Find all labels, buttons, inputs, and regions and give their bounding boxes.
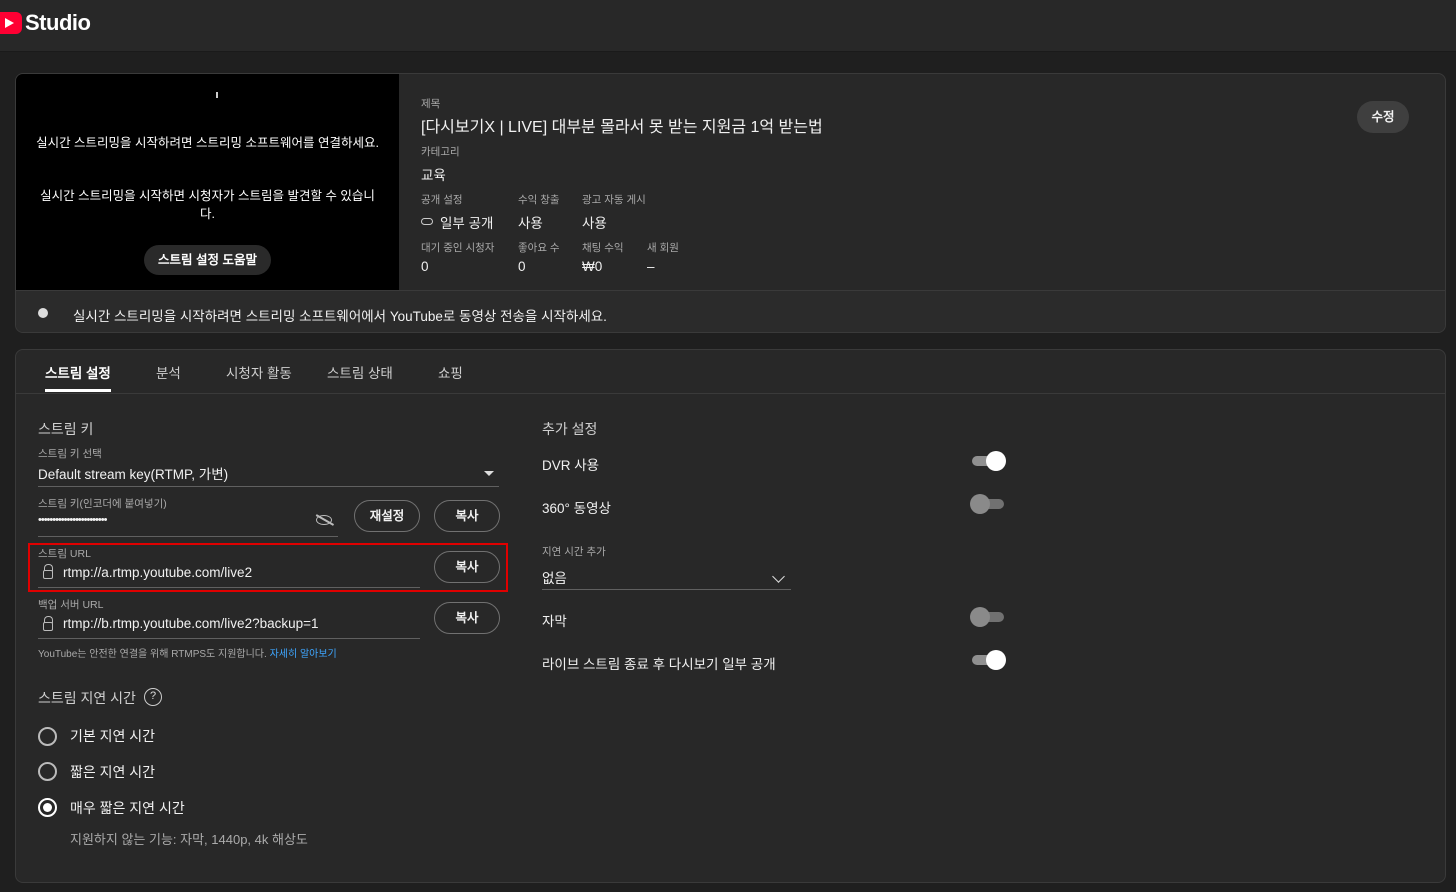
dvr-toggle[interactable] (972, 451, 1006, 471)
chevron-down-icon[interactable] (772, 570, 785, 583)
lock-icon (43, 564, 53, 579)
delay-underline (542, 589, 791, 590)
stream-info-card: 실시간 스트리밍을 시작하려면 스트리밍 소프트웨어를 연결하세요. 실시간 스… (15, 73, 1446, 333)
preview-mark (216, 92, 218, 98)
visibility-value: 일부 공개 (440, 216, 494, 231)
latency-title: 스트림 지연 시간 (38, 690, 136, 706)
tab-stream-health[interactable]: 스트림 상태 (327, 362, 393, 392)
waiting-viewers-value: 0 (421, 259, 429, 274)
delay-label: 지연 시간 추가 (542, 546, 606, 558)
lock-icon (43, 616, 53, 631)
monetization-label: 수익 창출 (518, 194, 560, 206)
likes-value: 0 (518, 259, 526, 274)
stream-setup-help-button[interactable]: 스트림 설정 도움말 (144, 245, 271, 275)
link-icon (421, 218, 433, 225)
backup-url-label: 백업 서버 URL (38, 599, 104, 611)
stream-settings-card: 스트림 설정 분석 시청자 활동 스트림 상태 쇼핑 스트림 키 스트림 키 선… (15, 349, 1446, 883)
low-latency-label: 짧은 지연 시간 (70, 764, 156, 780)
learn-more-link[interactable]: 자세히 알아보기 (270, 649, 337, 660)
ultra-low-latency-label: 매우 짧은 지연 시간 (70, 800, 185, 816)
stream-url-label: 스트림 URL (38, 548, 91, 560)
youtube-play-icon[interactable] (0, 12, 22, 34)
status-bar: 실시간 스트리밍을 시작하려면 스트리밍 소프트웨어에서 YouTube로 동영… (16, 290, 1445, 332)
waiting-viewers-label: 대기 중인 시청자 (421, 242, 495, 254)
additional-settings-title: 추가 설정 (542, 421, 598, 437)
dropdown-arrow-icon[interactable] (484, 471, 494, 476)
radio-low-latency[interactable] (38, 762, 57, 781)
dvr-label: DVR 사용 (542, 458, 600, 473)
key-underline (38, 536, 338, 537)
visibility-label: 공개 설정 (421, 194, 463, 206)
category-value: 교육 (421, 168, 446, 183)
stream-key-input[interactable]: •••••••••••••••••••••••• (38, 514, 107, 526)
stream-title: [다시보기X | LIVE] 대부분 몰라서 못 받는 지원금 1억 받는법 (421, 119, 823, 136)
monetization-value: 사용 (518, 216, 543, 231)
unlisted-replay-label: 라이브 스트림 종료 후 다시보기 일부 공개 (542, 657, 776, 672)
status-dot-icon (38, 308, 48, 318)
edit-button[interactable]: 수정 (1357, 101, 1409, 133)
chat-revenue-label: 채팅 수익 (582, 242, 624, 254)
copy-backup-url-button[interactable]: 복사 (434, 602, 500, 634)
stream-key-title: 스트림 키 (38, 421, 94, 437)
stream-preview: 실시간 스트리밍을 시작하려면 스트리밍 소프트웨어를 연결하세요. 실시간 스… (16, 74, 399, 290)
backup-url-input[interactable]: rtmp://b.rtmp.youtube.com/live2?backup=1 (63, 616, 319, 631)
backup-underline (38, 638, 420, 639)
url-underline (38, 587, 420, 588)
new-members-label: 새 회원 (647, 242, 679, 254)
likes-label: 좋아요 수 (518, 242, 560, 254)
new-members-value: – (647, 259, 655, 274)
category-label: 카테고리 (421, 146, 460, 158)
help-icon[interactable]: ? (144, 688, 162, 706)
auto-ads-label: 광고 자동 게시 (582, 194, 646, 206)
top-bar: Studio (0, 0, 1456, 52)
auto-ads-value: 사용 (582, 216, 607, 231)
preview-message-discover: 실시간 스트리밍을 시작하면 시청자가 스트림을 발견할 수 있습니다. (40, 189, 375, 221)
copy-url-button[interactable]: 복사 (434, 551, 500, 583)
captions-toggle[interactable] (970, 607, 1004, 627)
delay-select[interactable]: 없음 (542, 567, 567, 587)
tab-divider (16, 393, 1445, 394)
tab-stream-settings[interactable]: 스트림 설정 (45, 362, 111, 392)
radio-ultra-low-latency[interactable] (38, 798, 57, 817)
tab-analytics[interactable]: 분석 (156, 362, 181, 392)
unlisted-replay-toggle[interactable] (972, 650, 1006, 670)
stream-key-select[interactable]: Default stream key(RTMP, 가변) (38, 463, 228, 483)
video-360-toggle[interactable] (970, 494, 1004, 514)
radio-normal-latency[interactable] (38, 727, 57, 746)
normal-latency-label: 기본 지연 시간 (70, 728, 156, 744)
video-360-label: 360° 동영상 (542, 501, 611, 516)
studio-logo-text[interactable]: Studio (25, 10, 91, 36)
select-underline (38, 486, 499, 487)
title-label: 제목 (421, 98, 441, 110)
stream-key-select-label: 스트림 키 선택 (38, 448, 102, 460)
rtmps-note: YouTube는 안전한 연결을 위해 RTMPS도 지원합니다. 자세히 알아… (38, 645, 337, 660)
visibility-off-icon[interactable] (316, 515, 332, 525)
latency-note: 지원하지 않는 기능: 자막, 1440p, 4k 해상도 (70, 832, 308, 847)
reset-key-button[interactable]: 재설정 (354, 500, 420, 532)
copy-key-button[interactable]: 복사 (434, 500, 500, 532)
rtmps-note-text: YouTube는 안전한 연결을 위해 RTMPS도 지원합니다. (38, 649, 267, 660)
preview-message-connect: 실시간 스트리밍을 시작하려면 스트리밍 소프트웨어를 연결하세요. (36, 136, 379, 150)
stream-url-input[interactable]: rtmp://a.rtmp.youtube.com/live2 (63, 565, 252, 580)
captions-label: 자막 (542, 614, 567, 629)
status-message: 실시간 스트리밍을 시작하려면 스트리밍 소프트웨어에서 YouTube로 동영… (73, 309, 607, 324)
chat-revenue-value: ₩0 (582, 259, 603, 274)
tab-shopping[interactable]: 쇼핑 (438, 362, 463, 392)
stream-key-label: 스트림 키(인코더에 붙여넣기) (38, 498, 167, 510)
tab-community[interactable]: 시청자 활동 (226, 362, 292, 392)
